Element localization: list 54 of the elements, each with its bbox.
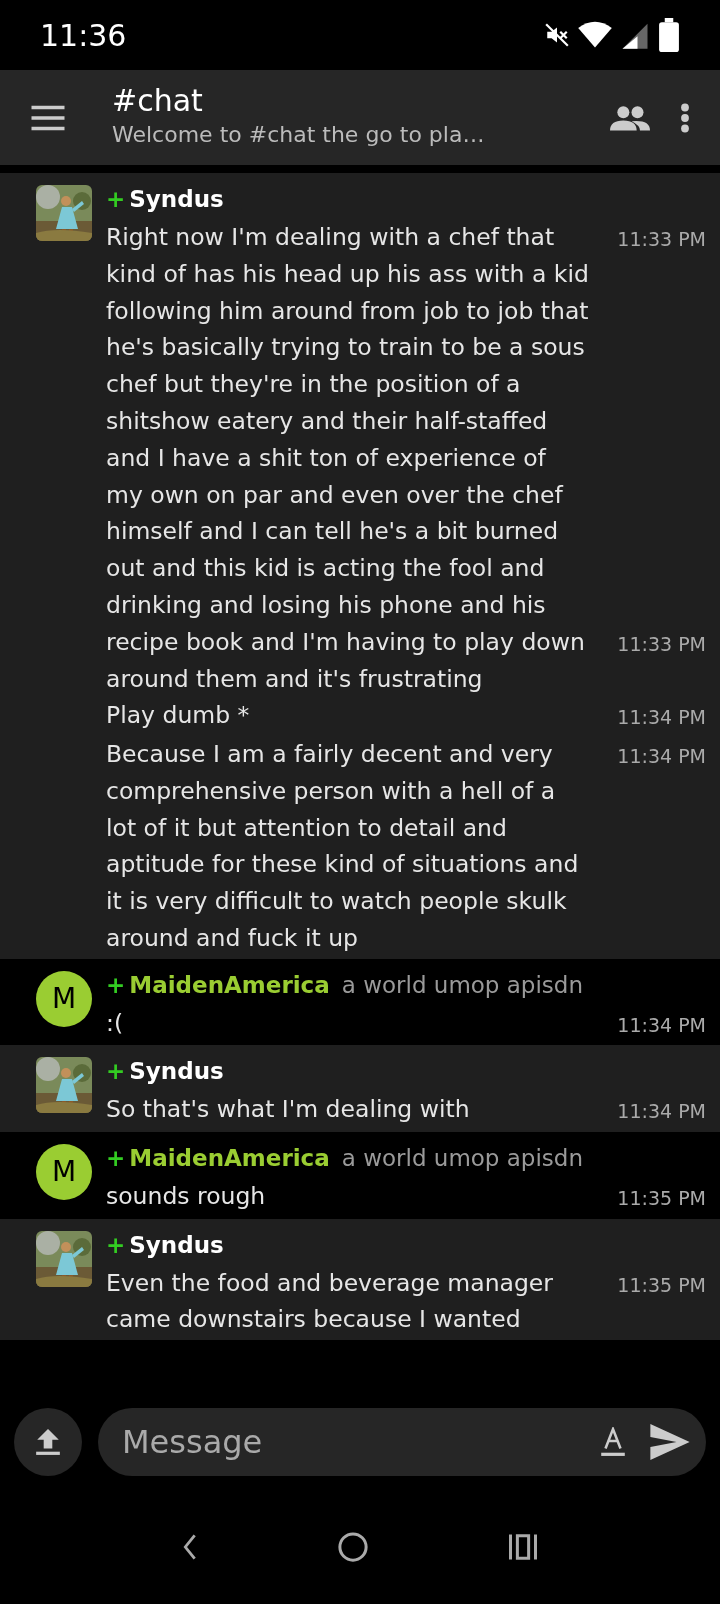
message-time: 11:34 PM xyxy=(616,743,707,769)
clock-time: 11:36 xyxy=(40,16,127,55)
message-text: Because I am a fairly decent and very comprehensive person with a hell of a lot of it but attention to detail and aptitude for these kind of situations and it is very difficult to watch people skulk around and fuck it up xyxy=(106,738,580,954)
more-icon xyxy=(680,102,690,133)
username[interactable]: MaidenAmerica xyxy=(129,964,330,1005)
menu-icon xyxy=(30,103,66,132)
message-text: So that's what I'm dealing with xyxy=(106,1094,471,1126)
channel-topic: Welcome to #chat the go to pla… xyxy=(112,121,486,150)
username[interactable]: Syndus xyxy=(129,179,224,219)
recents-button[interactable] xyxy=(508,1533,538,1561)
message-time: 11:33 PM xyxy=(616,631,707,657)
back-icon xyxy=(182,1533,198,1561)
message-text: recipe book and I'm having to play down around them and it's frustrating xyxy=(106,626,586,695)
username[interactable]: Syndus xyxy=(129,1051,224,1092)
home-icon xyxy=(338,1532,368,1562)
recents-icon xyxy=(508,1533,538,1561)
battery-icon xyxy=(658,18,680,52)
op-mark: + xyxy=(106,970,126,1000)
user-status: a world umop apisdn xyxy=(341,1143,584,1173)
op-mark: + xyxy=(106,1230,126,1260)
message-text: Play dumb * xyxy=(106,700,251,732)
message-text: sounds rough xyxy=(106,1180,267,1212)
back-button[interactable] xyxy=(182,1533,198,1561)
user-status: a world umop apisdn xyxy=(341,970,584,1000)
home-button[interactable] xyxy=(338,1532,368,1562)
format-button[interactable] xyxy=(600,1427,626,1457)
username[interactable]: Syndus xyxy=(129,1224,224,1265)
message-time: 11:34 PM xyxy=(616,1012,707,1038)
signal-icon xyxy=(620,21,650,49)
op-mark: + xyxy=(106,185,126,214)
message-time: 11:34 PM xyxy=(616,1099,707,1125)
message-text: :( xyxy=(106,1007,125,1039)
text-format-icon xyxy=(600,1427,626,1457)
op-mark: + xyxy=(106,1057,126,1087)
menu-button[interactable] xyxy=(30,103,66,132)
members-button[interactable] xyxy=(610,104,650,131)
op-mark: + xyxy=(106,1143,126,1173)
message-field[interactable]: Message xyxy=(98,1408,706,1476)
mute-icon xyxy=(544,22,570,48)
message-time: 11:35 PM xyxy=(616,1185,707,1211)
message-text: Even the food and beverage manager came downstairs because I wanted xyxy=(106,1267,554,1336)
overflow-menu-button[interactable] xyxy=(680,102,690,133)
channel-title: #chat xyxy=(112,83,204,119)
avatar: M xyxy=(36,970,92,1027)
message-time: 11:34 PM xyxy=(616,705,707,731)
people-icon xyxy=(610,104,650,131)
send-icon xyxy=(650,1424,690,1460)
send-button[interactable] xyxy=(650,1424,690,1460)
message-time: 11:33 PM xyxy=(616,227,707,252)
upload-icon xyxy=(35,1428,61,1456)
username[interactable]: MaidenAmerica xyxy=(129,1137,330,1178)
wifi-icon xyxy=(578,21,612,49)
avatar: M xyxy=(36,1143,92,1200)
message-time: 11:35 PM xyxy=(616,1272,707,1298)
